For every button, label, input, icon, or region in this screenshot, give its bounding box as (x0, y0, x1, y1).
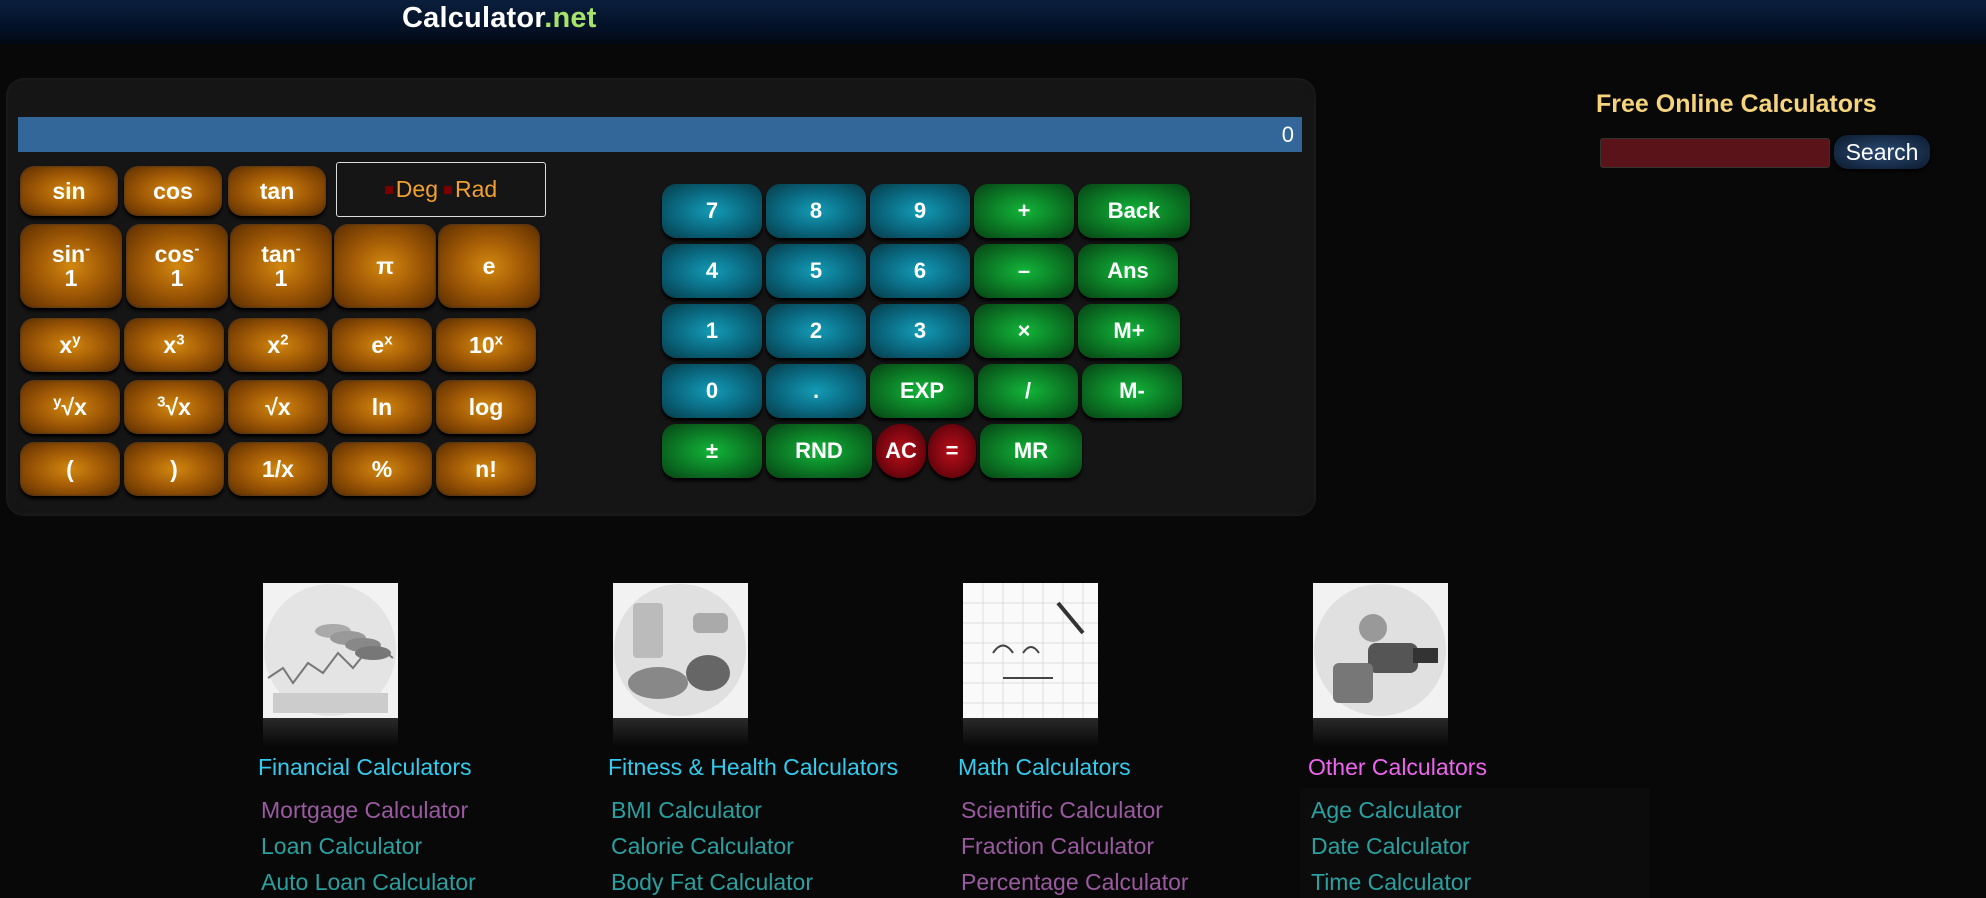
sqrt-button[interactable]: √x (228, 380, 328, 434)
all-clear-button[interactable]: AC (876, 424, 926, 478)
body-fat-calculator-link[interactable]: Body Fat Calculator (611, 864, 813, 898)
other-calculators-link[interactable]: Other Calculators (1308, 754, 1487, 781)
ans-button[interactable]: Ans (1078, 244, 1178, 298)
divide-button[interactable]: / (978, 364, 1078, 418)
digit-2-button[interactable]: 2 (766, 304, 866, 358)
financial-calculators-link[interactable]: Financial Calculators (258, 754, 471, 781)
log-button[interactable]: log (436, 380, 536, 434)
other-thumbnail-reflection (1313, 718, 1448, 746)
arccos-button[interactable]: cos- 1 (126, 224, 228, 308)
power-xy-button[interactable]: xy (20, 318, 120, 372)
financial-thumbnail-image[interactable] (263, 583, 398, 718)
digit-6-button[interactable]: 6 (870, 244, 970, 298)
search-button[interactable]: Search (1834, 135, 1930, 169)
cube-root-button[interactable]: 3√x (124, 380, 224, 434)
math-thumbnail-reflection (963, 718, 1098, 746)
math-calculators-link[interactable]: Math Calculators (958, 754, 1131, 781)
top-header: Calculator.net (0, 0, 1986, 44)
minus-button[interactable]: – (974, 244, 1074, 298)
rad-radio-icon[interactable] (444, 185, 452, 194)
cos-button[interactable]: cos (124, 166, 222, 216)
exp-e-button[interactable]: ex (332, 318, 432, 372)
factorial-button[interactable]: n! (436, 442, 536, 496)
pi-button[interactable]: π (334, 224, 436, 308)
memory-minus-button[interactable]: M- (1082, 364, 1182, 418)
memory-recall-button[interactable]: MR (980, 424, 1082, 478)
search-input[interactable] (1600, 138, 1830, 168)
digit-5-button[interactable]: 5 (766, 244, 866, 298)
age-calculator-link[interactable]: Age Calculator (1311, 792, 1471, 828)
random-button[interactable]: RND (766, 424, 872, 478)
e-button[interactable]: e (438, 224, 540, 308)
deg-radio-icon[interactable] (384, 185, 393, 194)
sidebar-title: Free Online Calculators (1596, 90, 1877, 118)
financial-links-list: Mortgage Calculator Loan Calculator Auto… (261, 792, 476, 898)
other-thumbnail-image[interactable] (1313, 583, 1448, 718)
digit-4-button[interactable]: 4 (662, 244, 762, 298)
reciprocal-button[interactable]: 1/x (228, 442, 328, 496)
digit-0-button[interactable]: 0 (662, 364, 762, 418)
auto-loan-calculator-link[interactable]: Auto Loan Calculator (261, 864, 476, 898)
percent-button[interactable]: % (332, 442, 432, 496)
mortgage-calculator-link[interactable]: Mortgage Calculator (261, 792, 476, 828)
math-thumbnail-image[interactable] (963, 583, 1098, 718)
arcsin-button[interactable]: sin- 1 (20, 224, 122, 308)
ln-button[interactable]: ln (332, 380, 432, 434)
calorie-calculator-link[interactable]: Calorie Calculator (611, 828, 813, 864)
math-links-list: Scientific Calculator Fraction Calculato… (961, 792, 1189, 898)
left-paren-button[interactable]: ( (20, 442, 120, 496)
nth-root-button[interactable]: y√x (20, 380, 120, 434)
bmi-calculator-link[interactable]: BMI Calculator (611, 792, 813, 828)
time-calculator-link[interactable]: Time Calculator (1311, 864, 1471, 898)
digit-1-button[interactable]: 1 (662, 304, 762, 358)
multiply-button[interactable]: × (974, 304, 1074, 358)
cube-button[interactable]: x3 (124, 318, 224, 372)
site-logo[interactable]: Calculator.net (402, 2, 597, 35)
rad-option[interactable]: Rad (444, 176, 497, 203)
angle-mode-selector: Deg Rad (336, 162, 546, 217)
fitness-links-list: BMI Calculator Calorie Calculator Body F… (611, 792, 813, 898)
scientific-calculator-link[interactable]: Scientific Calculator (961, 792, 1189, 828)
fraction-calculator-link[interactable]: Fraction Calculator (961, 828, 1189, 864)
back-button[interactable]: Back (1078, 184, 1190, 238)
fitness-thumbnail-reflection (613, 718, 748, 746)
square-button[interactable]: x2 (228, 318, 328, 372)
arctan-button[interactable]: tan- 1 (230, 224, 332, 308)
sin-button[interactable]: sin (20, 166, 118, 216)
other-links-list: Age Calculator Date Calculator Time Calc… (1311, 792, 1471, 898)
fitness-health-calculators-link[interactable]: Fitness & Health Calculators (608, 754, 898, 781)
plus-minus-button[interactable]: ± (662, 424, 762, 478)
decimal-button[interactable]: . (766, 364, 866, 418)
date-calculator-link[interactable]: Date Calculator (1311, 828, 1471, 864)
digit-9-button[interactable]: 9 (870, 184, 970, 238)
loan-calculator-link[interactable]: Loan Calculator (261, 828, 476, 864)
memory-plus-button[interactable]: M+ (1078, 304, 1180, 358)
financial-thumbnail-reflection (263, 718, 398, 746)
scientific-calculator: 0 sin cos tan Deg Rad sin- 1 cos- 1 tan- 1 … (6, 78, 1316, 516)
tan-button[interactable]: tan (228, 166, 326, 216)
plus-button[interactable]: + (974, 184, 1074, 238)
exp-button[interactable]: EXP (870, 364, 974, 418)
percentage-calculator-link[interactable]: Percentage Calculator (961, 864, 1189, 898)
digit-7-button[interactable]: 7 (662, 184, 762, 238)
ten-power-button[interactable]: 10x (436, 318, 536, 372)
equals-button[interactable]: = (928, 424, 976, 478)
digit-3-button[interactable]: 3 (870, 304, 970, 358)
deg-option[interactable]: Deg (384, 176, 438, 203)
digit-8-button[interactable]: 8 (766, 184, 866, 238)
calculator-display: 0 (18, 117, 1302, 152)
fitness-thumbnail-image[interactable] (613, 583, 748, 718)
right-paren-button[interactable]: ) (124, 442, 224, 496)
